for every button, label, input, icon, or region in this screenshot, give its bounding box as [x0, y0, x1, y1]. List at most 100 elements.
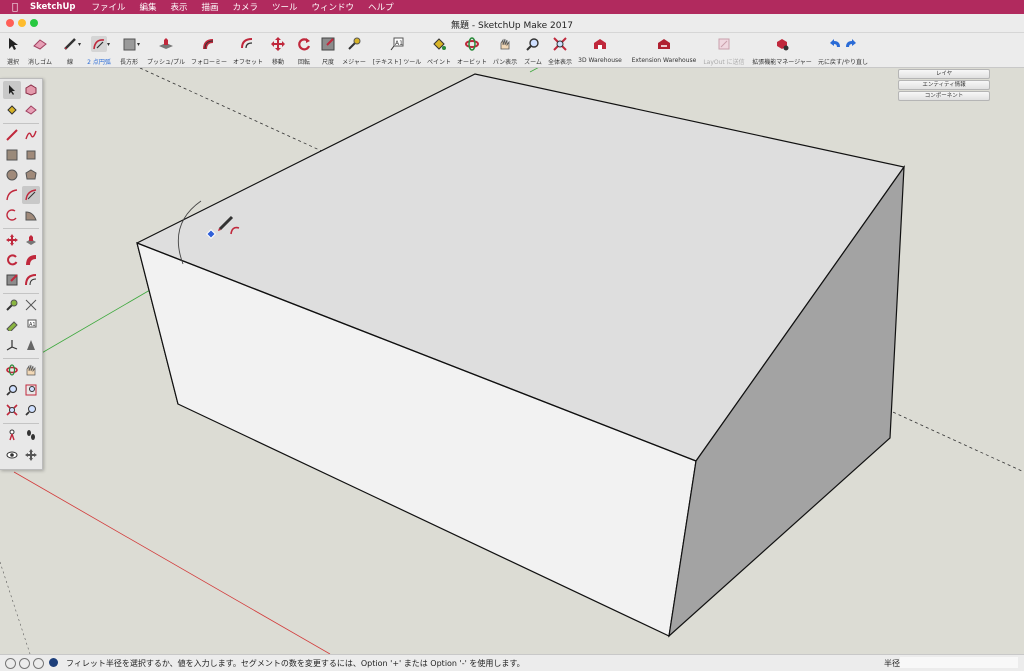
user-account-icon[interactable] — [33, 658, 44, 669]
shape-dropdown-chevron-icon[interactable]: ▾ — [137, 41, 140, 48]
menu-tools[interactable]: ツール — [272, 1, 298, 13]
palette-move-icon[interactable] — [3, 231, 21, 249]
menu-window[interactable]: ウィンドウ — [312, 1, 355, 13]
drawing-viewport[interactable] — [0, 68, 1024, 654]
palette-tape-measure-icon[interactable] — [3, 296, 21, 314]
toolbar-paint-bucket-button[interactable]: ペイント — [426, 33, 452, 67]
toolbar-label: 回転 — [297, 59, 310, 66]
menu-camera[interactable]: カメラ — [233, 1, 259, 13]
palette-separator — [3, 293, 39, 294]
menu-file[interactable]: ファイル — [91, 1, 125, 13]
toolbar-follow-me-button[interactable]: フォローミー — [190, 33, 228, 67]
palette-component-icon[interactable] — [22, 81, 40, 99]
menu-view[interactable]: 表示 — [170, 1, 187, 13]
toolbar-tape-measure-button[interactable]: メジャー — [340, 33, 368, 67]
tray-layers-button[interactable]: レイヤ — [898, 69, 990, 79]
menu-edit[interactable]: 編集 — [139, 1, 156, 13]
palette-eraser-icon[interactable] — [22, 101, 40, 119]
palette-rotate-icon[interactable] — [3, 251, 21, 269]
palette-pan-icon[interactable] — [22, 361, 40, 379]
palette-rectangle-icon[interactable] — [3, 146, 21, 164]
palette-zoom-icon[interactable] — [3, 381, 21, 399]
palette-dimension-icon[interactable] — [22, 296, 40, 314]
credits-info-icon[interactable] — [19, 658, 30, 669]
apple-menu-icon[interactable]:  — [0, 2, 30, 13]
palette-walk-icon[interactable] — [22, 426, 40, 444]
toolbar-move-button[interactable]: 移動 — [268, 33, 288, 67]
toolbar-offset-button[interactable]: オフセット — [232, 33, 264, 67]
palette-zoom-extents-icon[interactable] — [3, 401, 21, 419]
palette-offset-icon[interactable] — [22, 271, 40, 289]
push-pull-icon — [158, 36, 174, 52]
palette-position-camera-icon[interactable] — [3, 426, 21, 444]
toolbar-line-button[interactable]: 線 — [62, 33, 78, 67]
palette-axes-icon[interactable] — [3, 336, 21, 354]
palette-text-icon[interactable]: A1 — [22, 316, 40, 334]
palette-polygon-icon[interactable] — [22, 166, 40, 184]
palette-separator — [3, 423, 39, 424]
geo-location-icon[interactable] — [5, 658, 16, 669]
tray-entity-info-button[interactable]: エンティティ情報 — [898, 80, 990, 90]
palette-three-point-arc-icon[interactable] — [3, 206, 21, 224]
palette-previous-view-icon[interactable] — [22, 401, 40, 419]
default-tray: レイヤ エンティティ情報 コンポーネント — [898, 69, 990, 102]
svg-text:A1: A1 — [395, 40, 403, 47]
palette-follow-me-icon[interactable] — [22, 251, 40, 269]
toolbar-rectangle-button[interactable]: 長方形 — [118, 33, 140, 67]
palette-select-arrow-icon[interactable] — [3, 81, 21, 99]
toolbar-two-point-arc-button[interactable]: 2 点円弧 — [86, 33, 112, 67]
palette-circle-icon[interactable] — [3, 166, 21, 184]
menu-help[interactable]: ヘルプ — [368, 1, 394, 13]
palette-paint-bucket-icon[interactable] — [3, 101, 21, 119]
toolbar-undo-redo-button[interactable]: 元に戻す/やり直し — [816, 33, 870, 67]
toolbar-eraser-button[interactable]: 消しゴム — [28, 33, 52, 67]
toolbar-scale-button[interactable]: 尺度 — [318, 33, 338, 67]
menu-draw[interactable]: 描画 — [202, 1, 219, 13]
palette-arc-icon[interactable] — [3, 186, 21, 204]
palette-freehand-icon[interactable] — [22, 126, 40, 144]
palette-zoom-window-icon[interactable] — [22, 381, 40, 399]
toolbar-label: 移動 — [271, 59, 284, 66]
move-icon — [270, 36, 286, 52]
palette-line-icon[interactable] — [3, 126, 21, 144]
toolbar-select-button[interactable]: 選択 — [4, 33, 22, 67]
toolbar-pan-button[interactable]: パン表示 — [491, 33, 519, 67]
vcb-radius-input[interactable] — [900, 657, 1018, 668]
palette-protractor-icon[interactable] — [3, 316, 21, 334]
toolbar-extension-manager-button[interactable]: 拡張機能マネージャー — [750, 33, 814, 67]
toolbar-zoom-extents-button[interactable]: 全体表示 — [546, 33, 574, 67]
eraser-icon — [32, 36, 48, 52]
palette-two-point-arc-icon[interactable] — [22, 186, 40, 204]
instructor-icon[interactable] — [49, 658, 58, 667]
arc-dropdown-chevron-icon[interactable]: ▾ — [107, 41, 110, 48]
toolbar-push-pull-button[interactable]: プッシュ/プル — [146, 33, 186, 67]
palette-section-plane-icon[interactable] — [22, 336, 40, 354]
warehouse-icon — [592, 36, 608, 52]
model-canvas[interactable] — [0, 68, 1024, 654]
line-dropdown-chevron-icon[interactable]: ▾ — [78, 41, 81, 48]
palette-rotated-rectangle-icon[interactable] — [22, 146, 40, 164]
menu-app-name[interactable]: SketchUp — [30, 2, 75, 12]
toolbar-extension-warehouse-button[interactable]: Extension Warehouse — [628, 33, 700, 67]
toolbar-label: プッシュ/プル — [146, 59, 186, 66]
palette-move-camera-icon[interactable] — [22, 446, 40, 464]
undo-redo-icon — [829, 36, 857, 52]
palette-pie-icon[interactable] — [22, 206, 40, 224]
palette-scale-icon[interactable] — [3, 271, 21, 289]
toolbar-label: ペイント — [426, 59, 451, 66]
toolbar-label: オービット — [456, 59, 487, 66]
window-titlebar: 無題 - SketchUp Make 2017 — [0, 14, 1024, 33]
toolbar-zoom-button[interactable]: ズーム — [521, 33, 545, 67]
palette-orbit-icon[interactable] — [3, 361, 21, 379]
toolbar-rotate-button[interactable]: 回転 — [294, 33, 314, 67]
zoom-icon — [525, 36, 541, 52]
toolbar-send-to-layout-button[interactable]: LayOut に送信 — [702, 33, 746, 67]
toolbar-label: 消しゴム — [28, 59, 53, 66]
toolbar-text-tool-button[interactable]: A1 [テキスト] ツール — [371, 33, 423, 67]
tray-components-button[interactable]: コンポーネント — [898, 91, 990, 101]
toolbar-3d-warehouse-button[interactable]: 3D Warehouse — [576, 33, 624, 67]
palette-push-pull-icon[interactable] — [22, 231, 40, 249]
toolbar-orbit-button[interactable]: オービット — [456, 33, 488, 67]
toolbar-label: 元に戻す/やり直し — [817, 59, 869, 66]
palette-look-around-icon[interactable] — [3, 446, 21, 464]
